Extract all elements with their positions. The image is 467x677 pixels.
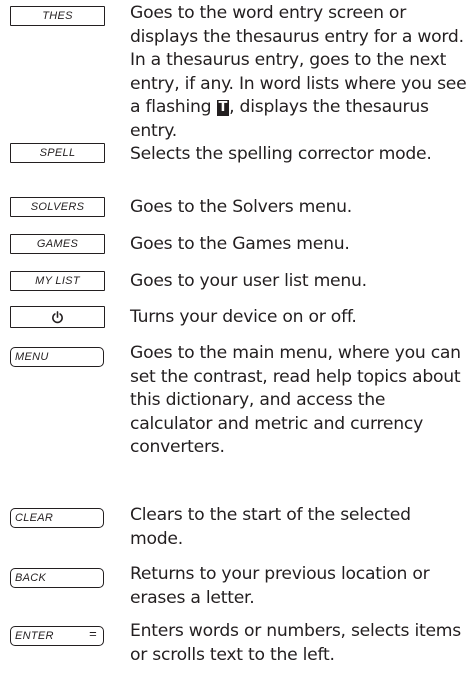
solvers-key-label: SOLVERS <box>30 201 85 213</box>
games-description: Goes to the Games menu. <box>130 234 350 254</box>
menu-description: Goes to the main menu, where you can set… <box>130 343 461 458</box>
power-icon <box>52 310 63 323</box>
back-key: BACK <box>10 568 104 588</box>
mylist-key-label: MY LIST <box>35 275 80 287</box>
spell-key: SPELL <box>10 143 105 163</box>
thes-key-label: THES <box>42 10 73 22</box>
mylist-key: MY LIST <box>10 271 105 291</box>
mylist-description: Goes to your user list menu. <box>130 271 367 291</box>
back-description: Returns to your previous location or era… <box>130 564 430 608</box>
spell-description: Selects the spelling corrector mode. <box>130 144 432 164</box>
equals-symbol: = <box>89 625 97 641</box>
clear-key-label: CLEAR <box>15 512 54 524</box>
enter-description: Enters words or numbers, selects items o… <box>130 621 461 665</box>
flashing-t-icon: T <box>216 100 230 117</box>
menu-key-label: MENU <box>15 351 49 363</box>
spell-key-label: SPELL <box>39 147 76 159</box>
enter-key-label: ENTER <box>15 630 54 642</box>
enter-key: ENTER = <box>10 626 104 646</box>
solvers-key: SOLVERS <box>10 197 105 217</box>
games-key: GAMES <box>10 234 105 254</box>
menu-key: MENU <box>10 347 104 367</box>
clear-description: Clears to the start of the selected mode… <box>130 505 411 549</box>
thes-description: Goes to the word entry screen or display… <box>130 2 467 144</box>
solvers-description: Goes to the Solvers menu. <box>130 197 352 217</box>
back-key-label: BACK <box>15 572 47 584</box>
thes-key: THES <box>10 6 105 26</box>
games-key-label: GAMES <box>36 238 79 250</box>
clear-key: CLEAR <box>10 508 104 528</box>
power-key <box>10 306 105 328</box>
power-description: Turns your device on or off. <box>130 307 357 327</box>
